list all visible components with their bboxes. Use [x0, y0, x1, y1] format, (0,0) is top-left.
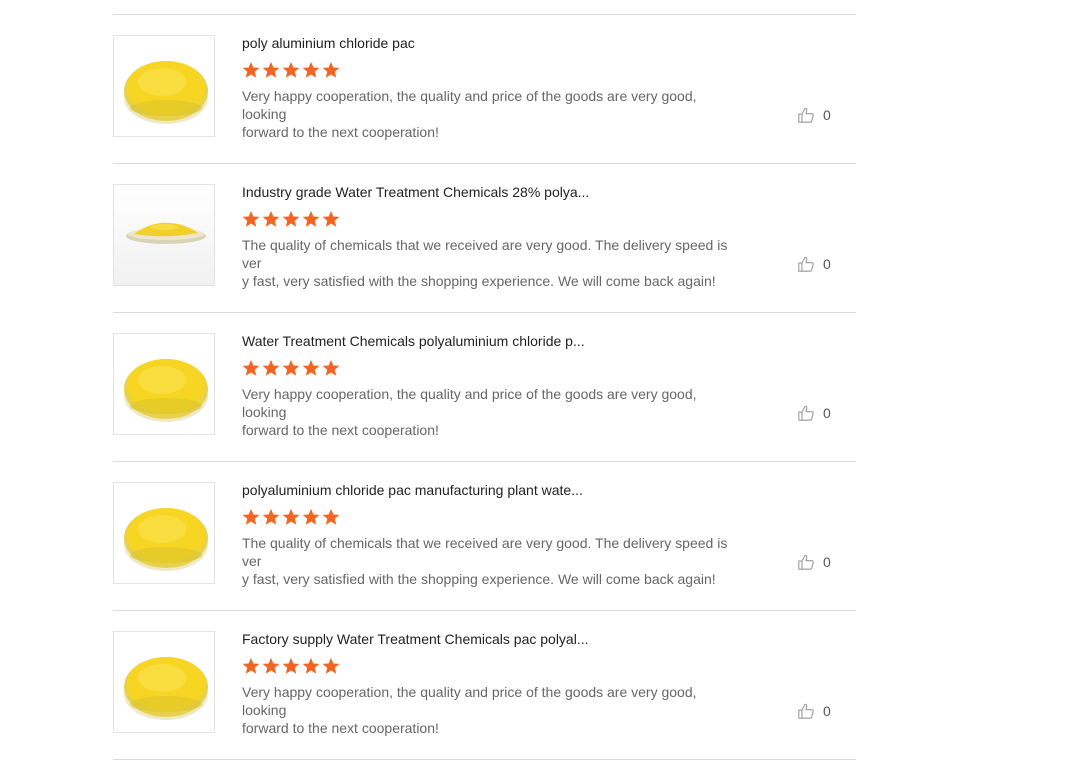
star-icon: [322, 61, 340, 78]
star-icon: [282, 61, 300, 78]
product-thumbnail[interactable]: [113, 482, 215, 584]
star-icon: [322, 359, 340, 376]
thumbs-up-icon: [798, 405, 814, 421]
product-thumbnail[interactable]: [113, 333, 215, 435]
thumbs-up-icon: [798, 703, 814, 719]
thumbs-up-icon: [798, 107, 814, 123]
product-thumbnail[interactable]: [113, 184, 215, 286]
star-icon: [302, 508, 320, 525]
like-button[interactable]: 0: [797, 255, 831, 273]
star-icon: [322, 657, 340, 674]
like-button[interactable]: 0: [797, 404, 831, 422]
product-title[interactable]: polyaluminium chloride pac manufacturing…: [242, 482, 583, 498]
like-count: 0: [823, 554, 831, 570]
review-comment: Very happy cooperation, the quality and …: [242, 88, 697, 140]
like-count: 0: [823, 405, 831, 421]
yellow-powder-dish-image: [124, 508, 208, 571]
star-icon: [302, 210, 320, 227]
product-title[interactable]: Factory supply Water Treatment Chemicals…: [242, 631, 589, 647]
star-icon: [262, 61, 280, 78]
star-icon: [242, 210, 260, 227]
yellow-powder-flat-dish-image: [126, 222, 206, 244]
star-icon: [302, 61, 320, 78]
star-icon: [242, 508, 260, 525]
review-item: Water Treatment Chemicals polyaluminium …: [113, 313, 856, 462]
star-icon: [322, 508, 340, 525]
review-comment: The quality of chemicals that we receive…: [242, 535, 728, 587]
review-item: Industry grade Water Treatment Chemicals…: [113, 164, 856, 313]
like-button[interactable]: 0: [797, 553, 831, 571]
star-rating: [242, 508, 340, 526]
star-icon: [302, 359, 320, 376]
star-icon: [262, 210, 280, 227]
review-comment: Very happy cooperation, the quality and …: [242, 386, 697, 438]
review-item: polyaluminium chloride pac manufacturing…: [113, 462, 856, 611]
star-icon: [242, 657, 260, 674]
star-icon: [282, 508, 300, 525]
product-thumbnail[interactable]: [113, 631, 215, 733]
star-icon: [242, 61, 260, 78]
star-icon: [282, 210, 300, 227]
like-count: 0: [823, 256, 831, 272]
star-icon: [242, 359, 260, 376]
product-thumbnail[interactable]: [113, 35, 215, 137]
review-item: Factory supply Water Treatment Chemicals…: [113, 611, 856, 760]
star-icon: [302, 657, 320, 674]
like-count: 0: [823, 107, 831, 123]
star-icon: [282, 657, 300, 674]
star-rating: [242, 210, 340, 228]
product-title[interactable]: Water Treatment Chemicals polyaluminium …: [242, 333, 585, 349]
like-button[interactable]: 0: [797, 702, 831, 720]
thumbs-up-icon: [798, 554, 814, 570]
review-item: poly aluminium chloride pac Very happy c…: [113, 15, 856, 164]
star-rating: [242, 359, 340, 377]
thumbs-up-icon: [798, 256, 814, 272]
like-button[interactable]: 0: [797, 106, 831, 124]
star-icon: [322, 210, 340, 227]
star-icon: [262, 508, 280, 525]
review-comment: Very happy cooperation, the quality and …: [242, 684, 697, 736]
star-icon: [282, 359, 300, 376]
star-rating: [242, 61, 340, 79]
star-rating: [242, 657, 340, 675]
product-title[interactable]: Industry grade Water Treatment Chemicals…: [242, 184, 589, 200]
star-icon: [262, 657, 280, 674]
review-list: poly aluminium chloride pac Very happy c…: [113, 14, 856, 760]
like-count: 0: [823, 703, 831, 719]
yellow-powder-dish-image: [124, 61, 208, 124]
review-comment: The quality of chemicals that we receive…: [242, 237, 728, 289]
product-title[interactable]: poly aluminium chloride pac: [242, 35, 415, 51]
star-icon: [262, 359, 280, 376]
yellow-powder-dish-image: [124, 657, 208, 720]
yellow-powder-dish-image: [124, 359, 208, 422]
